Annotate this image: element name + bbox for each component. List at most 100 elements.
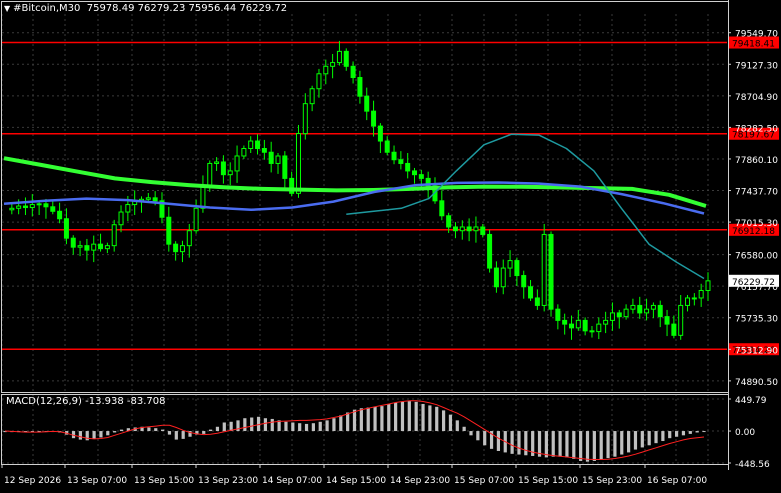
macd-histogram-bar [250, 417, 254, 432]
macd-histogram-bar [325, 420, 329, 432]
macd-histogram-bar [181, 431, 185, 439]
macd-histogram-bar [339, 415, 343, 432]
chart-window[interactable]: ▼ #Bitcoin,M30 75978.49 76279.23 75956.44… [0, 0, 781, 489]
time-tick-label: 15 Sep 15:00 [518, 476, 578, 486]
macd-histogram-bar [462, 426, 466, 432]
price-tick-label: 79549.70 [735, 30, 778, 40]
candle-body [589, 330, 595, 333]
time-tick-label: 14 Sep 15:00 [326, 476, 386, 486]
candle-body [568, 323, 574, 329]
macd-histogram-bar [688, 431, 692, 434]
candle-body [43, 203, 49, 208]
macd-histogram-bar [202, 431, 206, 434]
macd-histogram-bar [572, 431, 576, 459]
macd-histogram-bar [428, 405, 432, 432]
candle-body [548, 233, 554, 310]
candle-body [685, 297, 691, 306]
candle-body [596, 323, 602, 333]
candle-body [282, 155, 288, 179]
macd-histogram-bar [613, 431, 617, 457]
time-tick-label: 14 Sep 07:00 [262, 476, 322, 486]
candle-body [50, 206, 56, 212]
candle-body [521, 275, 527, 288]
candle-body [446, 215, 452, 228]
candle-body [227, 170, 233, 176]
candle-body [214, 161, 220, 164]
candle-body [528, 286, 534, 299]
macd-histogram-bar [161, 429, 165, 432]
price-tick-label: 76580.00 [735, 252, 778, 262]
macd-histogram-bar [674, 431, 679, 437]
candle-body [248, 140, 254, 150]
price-tick-label: 74890.50 [735, 378, 778, 388]
candle-body [84, 245, 90, 251]
candle-body [377, 125, 383, 142]
macd-histogram-bar [215, 426, 220, 432]
candle-body [118, 211, 124, 226]
candle-body [575, 319, 581, 329]
macd-histogram-bar [147, 427, 151, 432]
macd-histogram-bar [469, 431, 473, 436]
macd-histogram-bar [346, 412, 350, 432]
macd-histogram-bar [174, 431, 178, 440]
current-price-label: 76229.72 [732, 278, 775, 288]
macd-histogram-bar [681, 431, 686, 436]
main-panel-border [1, 1, 729, 393]
candle-body [439, 200, 445, 217]
macd-histogram-bar [661, 431, 665, 442]
macd-histogram-bar [448, 414, 453, 432]
candle-body [637, 304, 643, 314]
time-axis[interactable]: 12 Sep 2026 13 Sep 07:00 13 Sep 15:00 13 Se… [1, 464, 707, 486]
macd-histogram-bar [106, 431, 110, 436]
macd-histogram-bar [668, 431, 672, 439]
candle-body [678, 304, 684, 336]
candle-body [459, 226, 465, 232]
macd-histogram-bar [551, 431, 555, 457]
price-chart-svg[interactable]: 79418.4178197.6776912.1875314.26 79549.7… [0, 0, 781, 489]
macd-histogram-bar [695, 431, 699, 433]
macd-histogram-bar [119, 429, 124, 432]
macd-histogram-bar [579, 431, 583, 461]
candle-body [323, 65, 329, 75]
candle-body [418, 174, 424, 179]
candle-body [98, 243, 104, 250]
candle-body [664, 316, 670, 325]
triangle-down-icon[interactable]: ▼ [4, 4, 10, 13]
macd-tick-label: 449.79 [735, 396, 767, 406]
macd-histogram-bar [352, 409, 357, 432]
moving-average-fast-line [346, 133, 705, 280]
price-tick-label: 77015.30 [735, 219, 778, 229]
moving-averages [3, 133, 707, 280]
macd-histogram-bar [414, 401, 418, 432]
candle-body [500, 267, 506, 288]
candle-body [234, 155, 240, 172]
candle-body [630, 304, 636, 310]
candle-body [705, 280, 711, 291]
time-tick-label: 13 Sep 07:00 [67, 476, 127, 486]
candle-body [391, 151, 397, 161]
candle-body [145, 197, 151, 200]
macd-histogram-bar [359, 408, 363, 432]
candle-body [466, 226, 472, 232]
candle-body [125, 204, 131, 213]
candle-body [207, 162, 213, 187]
candle-body [295, 133, 301, 194]
macd-histogram-bar [85, 431, 89, 441]
candle-body [562, 319, 568, 325]
macd-histogram-bar [599, 431, 603, 460]
price-axis[interactable]: 79549.70 79127.30 78704.90 78282.50 77860.10… [728, 30, 779, 388]
macd-histogram-bar [647, 431, 651, 446]
candle-body [152, 197, 158, 202]
candle-body [623, 308, 629, 318]
candle-body [275, 155, 281, 164]
macd-histogram-bar [483, 431, 487, 446]
candle-body [193, 207, 199, 232]
macd-histogram-bar [496, 431, 501, 451]
symbol-label: #Bitcoin,M30 [13, 3, 81, 14]
macd-histogram-bar [113, 431, 117, 433]
candle-body [261, 148, 267, 153]
level-price-label: 79418.41 [732, 40, 775, 50]
candle-body [398, 159, 404, 164]
candle-body [357, 77, 363, 97]
candle-body [603, 319, 609, 325]
